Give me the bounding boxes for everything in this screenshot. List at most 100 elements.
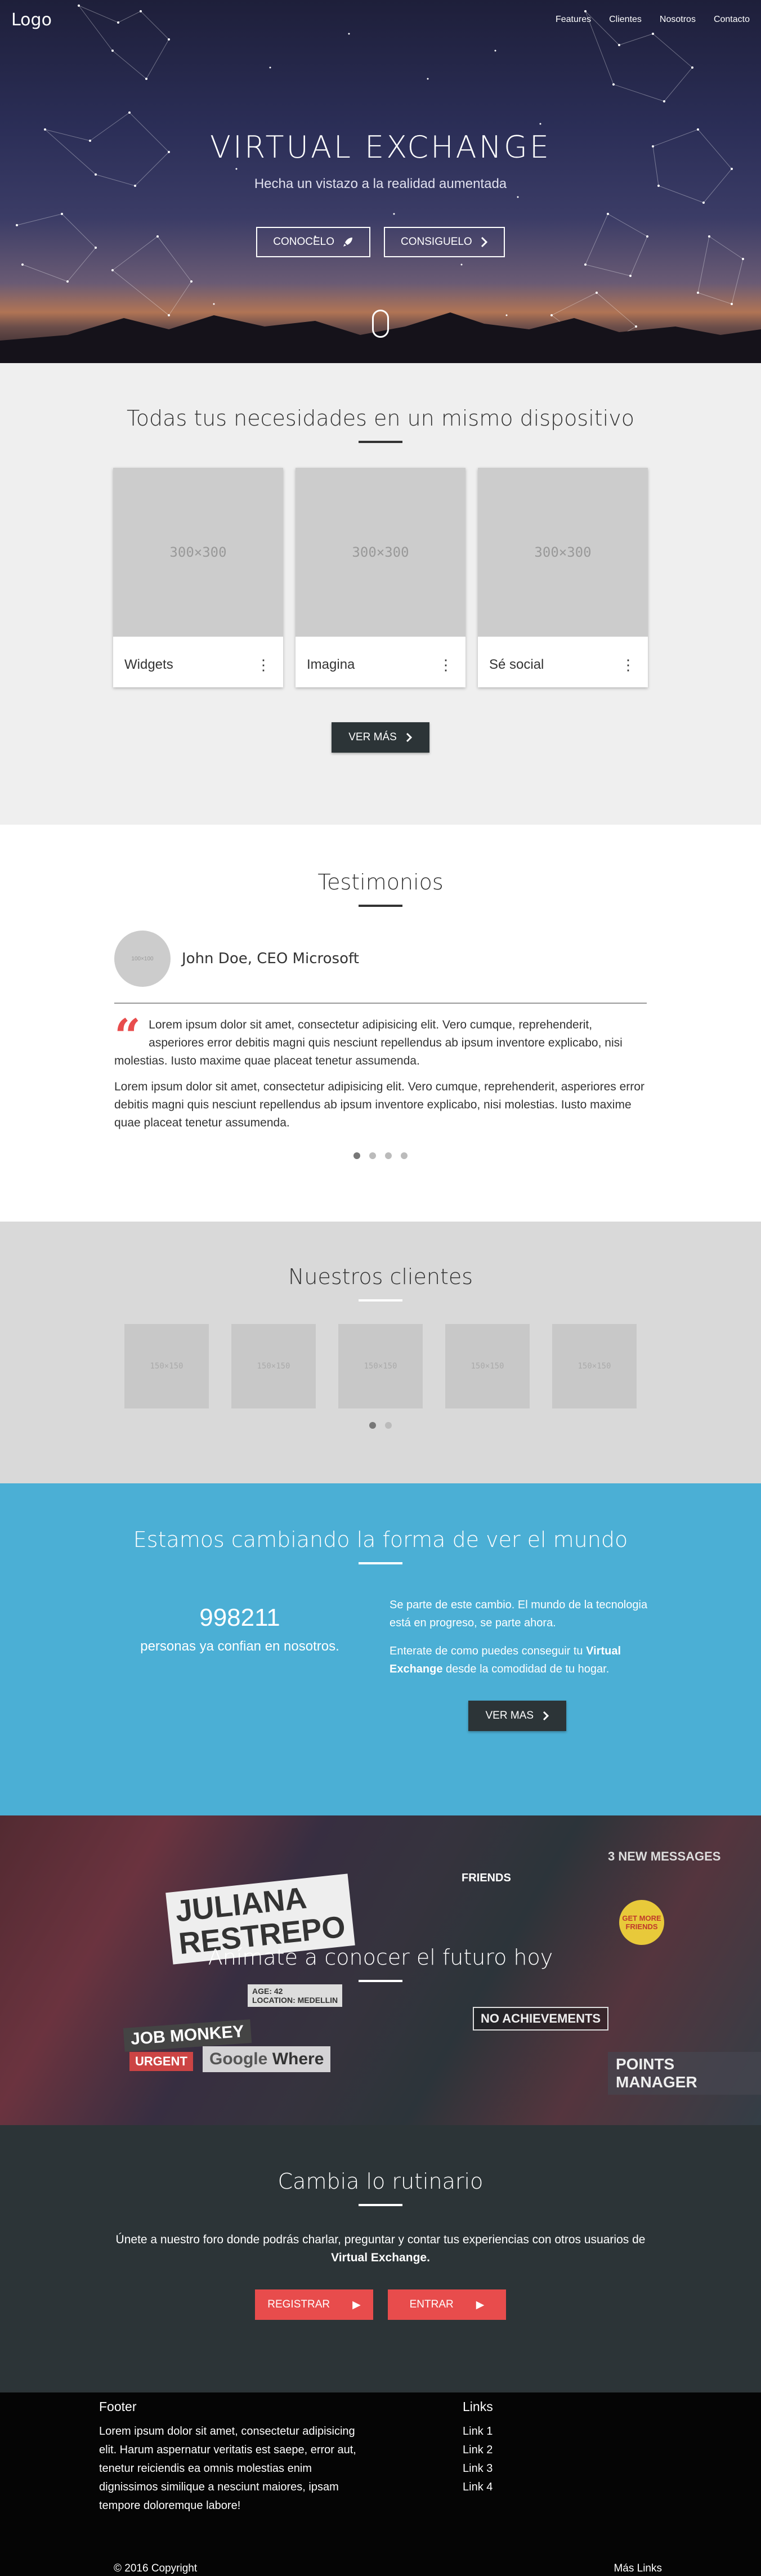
more-vert-icon[interactable]: ⋮ [438, 656, 453, 674]
nav-link-features[interactable]: Features [556, 15, 591, 25]
client-logo: 150×150 [552, 1324, 637, 1408]
logo[interactable]: Logo [11, 10, 52, 30]
clients-section: Nuestros clientes 150×150 150×150 150×15… [0, 1222, 761, 1483]
stats-counter: 998211 personas ya confian en nosotros. [110, 1596, 369, 1731]
top-navbar: Logo Features Clientes Nosotros Contacto [0, 0, 761, 39]
stats-text: Se parte de este cambio. El mundo de la … [369, 1596, 651, 1731]
carousel-dot[interactable] [369, 1422, 376, 1429]
chevron-right-icon [481, 236, 487, 248]
footer-link[interactable]: Link 3 [463, 2459, 493, 2478]
rocket-icon [343, 238, 353, 247]
carousel-indicators [0, 1422, 761, 1429]
footer-title: Footer [99, 2399, 137, 2414]
footer-link[interactable]: Link 2 [463, 2441, 493, 2459]
mouse-scroll-icon[interactable] [372, 310, 389, 338]
avatar: 100×100 [114, 931, 171, 987]
hero-title: VIRTUAL EXCHANGE [210, 129, 551, 165]
carousel-dot[interactable] [369, 1152, 376, 1159]
carousel-dot[interactable] [401, 1152, 408, 1159]
register-button[interactable]: REGISTRAR ▶ [255, 2289, 373, 2320]
footer-link[interactable]: Link 4 [463, 2478, 493, 2497]
footer-link[interactable]: Link 1 [463, 2422, 493, 2441]
needs-section: Todas tus necesidades en un mismo dispos… [0, 363, 761, 825]
testimonial-quote: “ Lorem ipsum dolor sit amet, consectetu… [114, 1009, 647, 1132]
client-logo: 150×150 [338, 1324, 423, 1408]
card-title: Sé social [489, 657, 544, 672]
more-links-link[interactable]: Más Links [614, 2562, 662, 2575]
more-vert-icon[interactable]: ⋮ [256, 656, 271, 674]
footer-text: Lorem ipsum dolor sit amet, consectetur … [99, 2425, 356, 2512]
needs-title: Todas tus necesidades en un mismo dispos… [127, 406, 634, 431]
testimonial-slide: 100×100 John Doe, CEO Microsoft “ Lorem … [114, 931, 647, 1159]
ver-mas-label: VER MÁS [348, 731, 397, 743]
client-logo: 150×150 [124, 1324, 209, 1408]
title-divider [359, 1980, 402, 1982]
forum-buttons: REGISTRAR ▶ ENTRAR ▶ [0, 2289, 761, 2320]
feature-card[interactable]: 300×300 Widgets ⋮ [113, 468, 283, 687]
conocelo-button[interactable]: CONOCELO [256, 227, 371, 257]
feature-cards: 300×300 Widgets ⋮ 300×300 Imagina ⋮ 300×… [0, 468, 761, 687]
testimonial-paragraph: Lorem ipsum dolor sit amet, consectetur … [114, 1018, 623, 1067]
play-arrow-icon: ▶ [476, 2298, 485, 2311]
user-count: 998211 [199, 1604, 280, 1631]
stats-paragraph: Se parte de este cambio. El mundo de la … [390, 1599, 648, 1629]
testimonial-header: 100×100 John Doe, CEO Microsoft [114, 931, 647, 1004]
background-image-text: URGENT [129, 2052, 193, 2071]
background-image-text: NO ACHIEVEMENTS [473, 2007, 609, 2031]
consiguelo-button[interactable]: CONSIGUELO [384, 227, 505, 257]
enter-button[interactable]: ENTRAR ▶ [388, 2289, 506, 2320]
conocelo-label: CONOCELO [273, 236, 335, 248]
carousel-dot[interactable] [353, 1152, 360, 1159]
clients-title: Nuestros clientes [288, 1264, 473, 1289]
footer-links: Link 1 Link 2 Link 3 Link 4 [463, 2422, 493, 2497]
carousel-dot[interactable] [385, 1152, 392, 1159]
nav-links: Features Clientes Nosotros Contacto [556, 15, 750, 25]
feature-card[interactable]: 300×300 Imagina ⋮ [296, 468, 465, 687]
title-divider [359, 905, 402, 907]
title-divider [359, 1299, 402, 1302]
enter-label: ENTRAR [409, 2298, 454, 2310]
ver-mas-button[interactable]: VER MAS [468, 1701, 566, 1731]
background-image-text: FRIENDS [462, 1872, 511, 1884]
feature-card[interactable]: 300×300 Sé social ⋮ [478, 468, 648, 687]
carousel-indicators [114, 1152, 647, 1159]
carousel-dot[interactable] [385, 1422, 392, 1429]
card-image-placeholder: 300×300 [296, 468, 465, 637]
ver-mas-label: VER MAS [485, 1710, 534, 1721]
nav-link-contacto[interactable]: Contacto [714, 15, 750, 25]
hero-section: VIRTUAL EXCHANGE Hecha un vistazo a la r… [0, 0, 761, 363]
footer-about: Footer Lorem ipsum dolor sit amet, conse… [99, 2399, 463, 2515]
routine-section: Cambia lo rutinario Únete a nuestro foro… [0, 2125, 761, 2392]
client-logo: 150×150 [231, 1324, 316, 1408]
chevron-right-icon [543, 1711, 549, 1721]
routine-title: Cambia lo rutinario [277, 2169, 484, 2194]
routine-text: Únete a nuestro foro donde podrás charla… [115, 2233, 646, 2264]
footer-links-title: Links [463, 2399, 493, 2414]
hero-subtitle: Hecha un vistazo a la realidad aumentada [254, 176, 507, 191]
ver-mas-button[interactable]: VER MÁS [332, 722, 429, 753]
stats-title: Estamos cambiando la forma de ver el mun… [133, 1527, 628, 1552]
client-logos: 150×150 150×150 150×150 150×150 150×150 [0, 1324, 761, 1408]
card-body: Imagina ⋮ [296, 637, 465, 687]
user-count-label: personas ya confian en nosotros. [140, 1639, 339, 1654]
future-title: Anímate a conocer el futuro hoy [208, 1945, 553, 1970]
nav-link-clientes[interactable]: Clientes [609, 15, 642, 25]
footer-columns: Footer Lorem ipsum dolor sit amet, conse… [99, 2392, 662, 2515]
title-divider [359, 2204, 402, 2206]
stats-section: Estamos cambiando la forma de ver el mun… [0, 1483, 761, 1815]
card-image-placeholder: 300×300 [113, 468, 283, 637]
consiguelo-label: CONSIGUELO [401, 236, 472, 248]
stats-button-wrap: VER MAS [390, 1701, 651, 1731]
quote-icon: “ [114, 1009, 141, 1063]
background-image-text: 3 NEW MESSAGES [608, 1849, 721, 1863]
client-logo: 150×150 [445, 1324, 530, 1408]
background-image-text: AGE: 42 LOCATION: MEDELLIN [248, 1984, 343, 2007]
title-divider [359, 1562, 402, 1564]
more-vert-icon[interactable]: ⋮ [621, 656, 635, 674]
needs-button-wrap: VER MÁS [0, 722, 761, 753]
play-arrow-icon: ▶ [352, 2298, 361, 2311]
card-title: Widgets [124, 657, 173, 672]
footer: Footer Lorem ipsum dolor sit amet, conse… [0, 2392, 761, 2576]
nav-link-nosotros[interactable]: Nosotros [660, 15, 696, 25]
copyright: © 2016 Copyright [114, 2562, 198, 2574]
